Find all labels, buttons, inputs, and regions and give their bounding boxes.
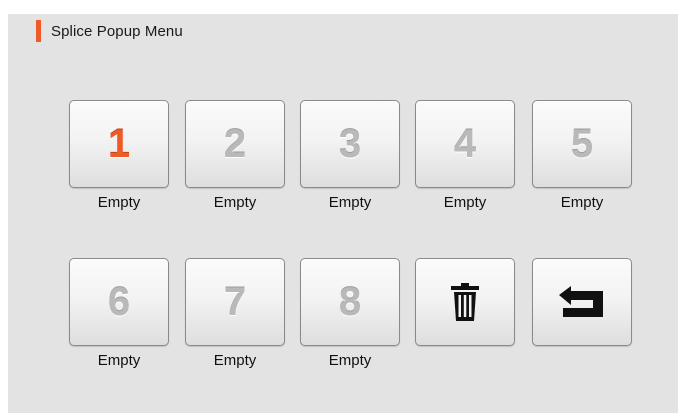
slot-5-label: Empty: [560, 194, 604, 211]
slot-3-button[interactable]: 3: [300, 100, 400, 188]
slot-3-number: 3: [338, 121, 362, 166]
slot-8-label: Empty: [328, 352, 372, 369]
slot-3-label: Empty: [328, 194, 372, 211]
slot-7: 7 Empty: [185, 258, 285, 369]
splice-popup-menu: Splice Popup Menu 1 Empty 2 Empty 3 Empt…: [8, 14, 678, 413]
trash-icon: [451, 283, 479, 321]
slot-8: 8 Empty: [300, 258, 400, 369]
back-button[interactable]: [532, 258, 632, 346]
slot-5-button[interactable]: 5: [532, 100, 632, 188]
slot-1-number: 1: [107, 121, 131, 166]
slot-7-number: 7: [223, 279, 247, 324]
return-arrow-icon: [559, 286, 603, 317]
slot-1-label: Empty: [97, 194, 141, 211]
slot-3: 3 Empty: [300, 100, 400, 211]
delete-button[interactable]: [415, 258, 515, 346]
slot-6-label: Empty: [97, 352, 141, 369]
slot-6-number: 6: [107, 279, 131, 324]
back-slot: [532, 258, 632, 346]
slot-1-button[interactable]: 1: [69, 100, 169, 188]
slot-4-label: Empty: [443, 194, 487, 211]
slot-2-label: Empty: [213, 194, 257, 211]
slot-7-button[interactable]: 7: [185, 258, 285, 346]
slot-2-number: 2: [223, 121, 247, 166]
slot-8-button[interactable]: 8: [300, 258, 400, 346]
slot-2-button[interactable]: 2: [185, 100, 285, 188]
slot-5-number: 5: [570, 121, 594, 166]
slot-4-button[interactable]: 4: [415, 100, 515, 188]
slot-4-number: 4: [453, 121, 477, 166]
slot-2: 2 Empty: [185, 100, 285, 211]
slot-6-button[interactable]: 6: [69, 258, 169, 346]
slot-1: 1 Empty: [69, 100, 169, 211]
slot-5: 5 Empty: [532, 100, 632, 211]
slot-8-number: 8: [338, 279, 362, 324]
delete-slot: [415, 258, 515, 346]
slot-6: 6 Empty: [69, 258, 169, 369]
title-bar: Splice Popup Menu: [36, 20, 183, 42]
slot-7-label: Empty: [213, 352, 257, 369]
title-accent-bar: [36, 20, 41, 42]
page-title: Splice Popup Menu: [51, 22, 183, 40]
slot-4: 4 Empty: [415, 100, 515, 211]
